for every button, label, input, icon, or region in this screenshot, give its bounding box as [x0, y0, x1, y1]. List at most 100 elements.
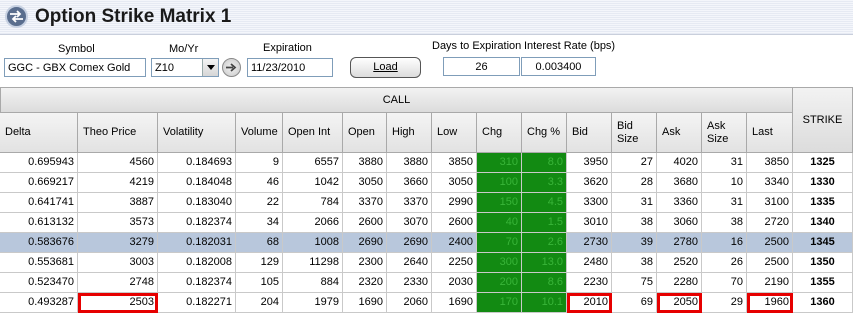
cell-delta[interactable]: 0.695943	[0, 153, 78, 173]
cell-high[interactable]: 2330	[387, 273, 432, 293]
cell-theo-price[interactable]: 3279	[78, 233, 158, 253]
cell-delta[interactable]: 0.493287	[0, 293, 78, 313]
cell-open-int[interactable]: 6557	[283, 153, 343, 173]
days-to-expiration-field[interactable]: 26	[443, 57, 520, 76]
column-header-theo-price[interactable]: Theo Price	[78, 113, 158, 153]
cell-chg[interactable]: 1.5	[522, 213, 567, 233]
cell-chg[interactable]: 8.0	[522, 153, 567, 173]
table-row[interactable]: 0.695943 4560 0.184693 9 6557 3880 3880 3850 310…	[0, 153, 853, 173]
cell-open[interactable]: 2690	[343, 233, 387, 253]
cell-open-int[interactable]: 1008	[283, 233, 343, 253]
column-header-delta[interactable]: Delta	[0, 113, 78, 153]
cell-last[interactable]: 2500	[747, 253, 793, 273]
cell-bid[interactable]: 3950	[567, 153, 612, 173]
cell-volatility[interactable]: 0.184048	[158, 173, 236, 193]
cell-bid[interactable]: 3300	[567, 193, 612, 213]
cell-chg[interactable]: 70	[477, 233, 522, 253]
symbol-input[interactable]: GGC - GBX Comex Gold	[4, 58, 146, 77]
cell-ask-size[interactable]: 10	[702, 173, 747, 193]
table-row[interactable]: 0.553681 3003 0.182008 129 11298 2300 2640 2250…	[0, 253, 853, 273]
cell-ask[interactable]: 3680	[657, 173, 702, 193]
expiration-field[interactable]: 11/23/2010	[247, 58, 333, 77]
cell-last[interactable]: 2190	[747, 273, 793, 293]
chevron-down-icon[interactable]	[202, 59, 218, 76]
cell-volume[interactable]: 34	[236, 213, 283, 233]
cell-open[interactable]: 3880	[343, 153, 387, 173]
table-row[interactable]: 0.493287 2503 0.182271 204 1979 1690 2060 1690 1…	[0, 293, 853, 313]
cell-last[interactable]: 3100	[747, 193, 793, 213]
cell-volatility[interactable]: 0.182374	[158, 273, 236, 293]
strike-cell[interactable]: 1355	[793, 273, 853, 293]
table-row[interactable]: 0.669217 4219 0.184048 46 1042 3050 3660 3050 10…	[0, 173, 853, 193]
cell-chg[interactable]: 310	[477, 153, 522, 173]
cell-volume[interactable]: 129	[236, 253, 283, 273]
cell-bid[interactable]: 3620	[567, 173, 612, 193]
column-header-open[interactable]: Open	[343, 113, 387, 153]
cell-chg[interactable]: 8.6	[522, 273, 567, 293]
cell-chg[interactable]: 4.5	[522, 193, 567, 213]
cell-open-int[interactable]: 2066	[283, 213, 343, 233]
cell-ask-size[interactable]: 29	[702, 293, 747, 313]
cell-volume[interactable]: 68	[236, 233, 283, 253]
cell-bid-size[interactable]: 38	[612, 213, 657, 233]
table-row[interactable]: 0.641741 3887 0.183040 22 784 3370 3370 2990 150…	[0, 193, 853, 213]
cell-delta[interactable]: 0.613132	[0, 213, 78, 233]
column-header-ask-size[interactable]: Ask Size	[702, 113, 747, 153]
cell-theo-price[interactable]: 3887	[78, 193, 158, 213]
column-header-volume[interactable]: Volume	[236, 113, 283, 153]
cell-chg[interactable]: 150	[477, 193, 522, 213]
strike-cell[interactable]: 1330	[793, 173, 853, 193]
cell-low[interactable]: 2400	[432, 233, 477, 253]
column-header-chg[interactable]: Chg	[477, 113, 522, 153]
cell-delta[interactable]: 0.523470	[0, 273, 78, 293]
cell-theo-price[interactable]: 4560	[78, 153, 158, 173]
strike-cell[interactable]: 1360	[793, 293, 853, 313]
cell-bid-size[interactable]: 39	[612, 233, 657, 253]
cell-high[interactable]: 3880	[387, 153, 432, 173]
cell-chg[interactable]: 100	[477, 173, 522, 193]
cell-chg[interactable]: 40	[477, 213, 522, 233]
cell-chg[interactable]: 170	[477, 293, 522, 313]
cell-open[interactable]: 3050	[343, 173, 387, 193]
cell-volatility[interactable]: 0.182008	[158, 253, 236, 273]
strike-column-header[interactable]: STRIKE	[793, 87, 853, 153]
cell-last[interactable]: 3340	[747, 173, 793, 193]
cell-high[interactable]: 3660	[387, 173, 432, 193]
cell-ask-size[interactable]: 70	[702, 273, 747, 293]
cell-bid-size[interactable]: 75	[612, 273, 657, 293]
column-header-volatility[interactable]: Volatility	[158, 113, 236, 153]
cell-low[interactable]: 2990	[432, 193, 477, 213]
cell-volatility[interactable]: 0.183040	[158, 193, 236, 213]
cell-ask-size[interactable]: 31	[702, 193, 747, 213]
cell-ask-size[interactable]: 26	[702, 253, 747, 273]
cell-delta[interactable]: 0.553681	[0, 253, 78, 273]
cell-open[interactable]: 3370	[343, 193, 387, 213]
cell-volatility[interactable]: 0.184693	[158, 153, 236, 173]
strike-cell[interactable]: 1325	[793, 153, 853, 173]
cell-chg[interactable]: 10.1	[522, 293, 567, 313]
cell-bid[interactable]: 2010	[567, 293, 612, 313]
table-row[interactable]: 0.523470 2748 0.182374 105 884 2320 2330 2030 20…	[0, 273, 853, 293]
cell-theo-price[interactable]: 2503	[78, 293, 158, 313]
cell-open-int[interactable]: 884	[283, 273, 343, 293]
cell-bid-size[interactable]: 27	[612, 153, 657, 173]
strike-cell[interactable]: 1345	[793, 233, 853, 253]
cell-chg[interactable]: 2.6	[522, 233, 567, 253]
cell-bid-size[interactable]: 31	[612, 193, 657, 213]
cell-bid[interactable]: 2480	[567, 253, 612, 273]
cell-bid[interactable]: 3010	[567, 213, 612, 233]
cell-chg[interactable]: 300	[477, 253, 522, 273]
cell-delta[interactable]: 0.669217	[0, 173, 78, 193]
strike-cell[interactable]: 1350	[793, 253, 853, 273]
column-header-low[interactable]: Low	[432, 113, 477, 153]
column-header-bid-size[interactable]: Bid Size	[612, 113, 657, 153]
cell-theo-price[interactable]: 3573	[78, 213, 158, 233]
cell-bid[interactable]: 2230	[567, 273, 612, 293]
cell-open[interactable]: 2320	[343, 273, 387, 293]
arrow-right-icon[interactable]	[222, 58, 241, 77]
cell-bid[interactable]: 2730	[567, 233, 612, 253]
strike-cell[interactable]: 1340	[793, 213, 853, 233]
column-header-chg[interactable]: Chg %	[522, 113, 567, 153]
cell-low[interactable]: 2600	[432, 213, 477, 233]
cell-open[interactable]: 2600	[343, 213, 387, 233]
